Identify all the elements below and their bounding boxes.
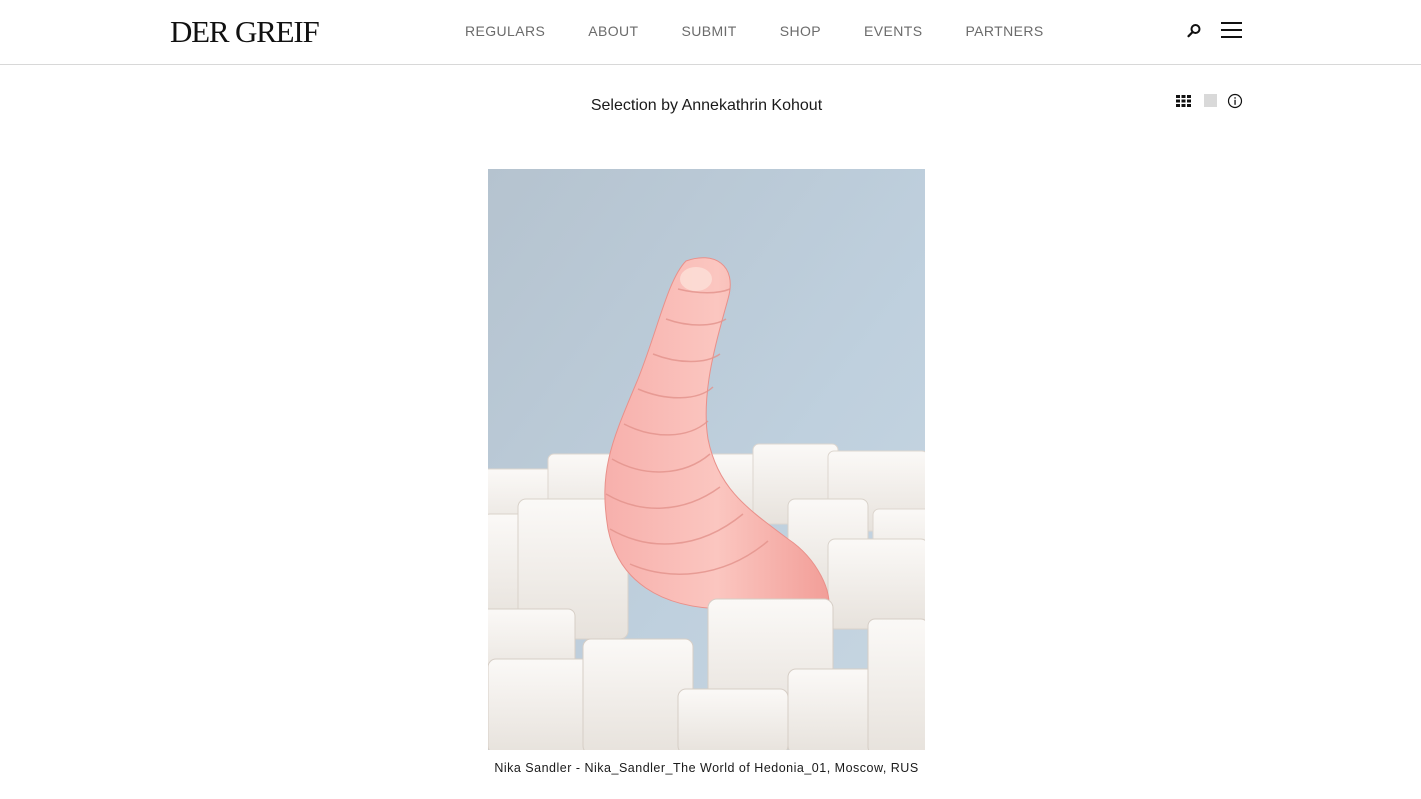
nav-regulars[interactable]: REGULARS <box>465 23 545 39</box>
view-controls <box>1174 92 1246 110</box>
search-icon[interactable] <box>1185 22 1203 40</box>
photo-caption: Nika Sandler - Nika_Sandler_The World of… <box>494 761 919 775</box>
gallery-photo[interactable] <box>488 169 925 750</box>
nav-shop[interactable]: SHOP <box>780 23 821 39</box>
nav-submit[interactable]: SUBMIT <box>681 23 736 39</box>
info-icon[interactable] <box>1227 93 1243 109</box>
main-nav: REGULARS ABOUT SUBMIT SHOP EVENTS PARTNE… <box>465 23 1044 39</box>
site-logo[interactable]: DER GREIF <box>170 14 320 50</box>
site-header: DER GREIF REGULARS ABOUT SUBMIT SHOP EVE… <box>0 0 1421 65</box>
hamburger-menu-icon[interactable] <box>1221 21 1243 39</box>
single-view-icon[interactable] <box>1204 94 1217 107</box>
photo-worm-on-sugar-cubes <box>488 169 925 750</box>
nav-about[interactable]: ABOUT <box>588 23 638 39</box>
grid-view-icon[interactable] <box>1176 94 1191 109</box>
nav-events[interactable]: EVENTS <box>864 23 922 39</box>
nav-partners[interactable]: PARTNERS <box>965 23 1043 39</box>
